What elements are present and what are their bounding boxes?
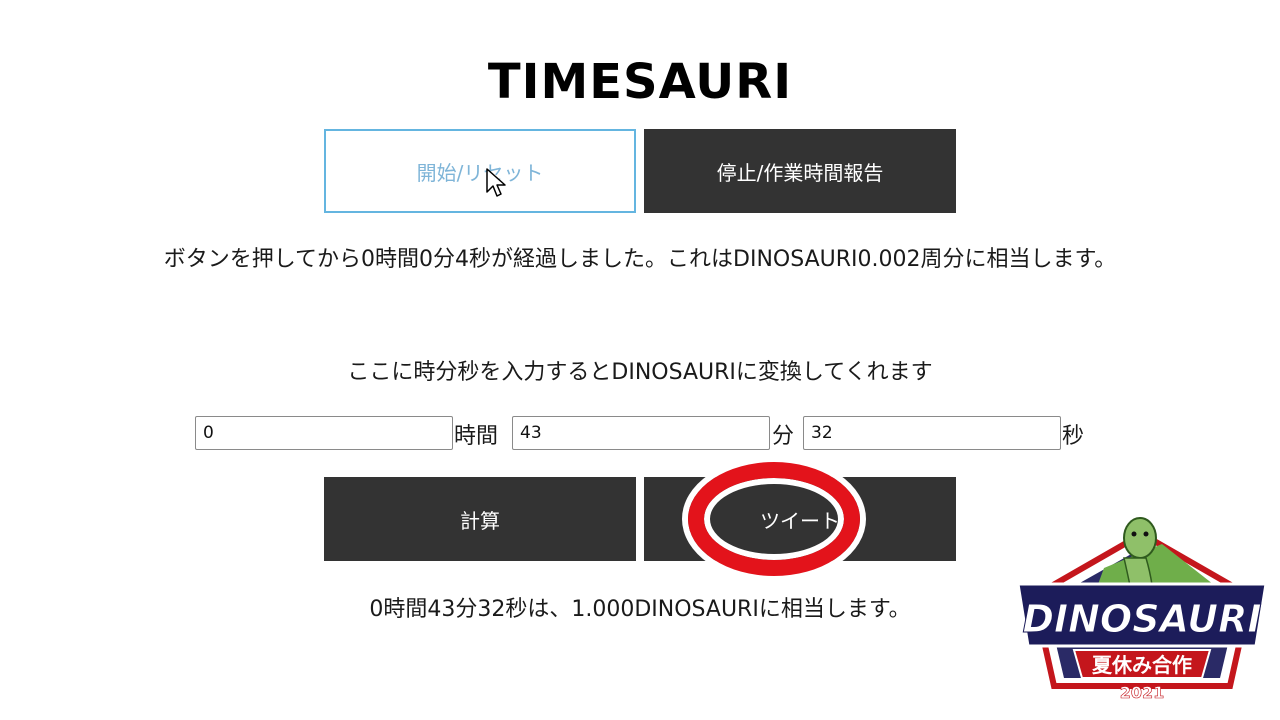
minutes-input[interactable] bbox=[512, 416, 770, 450]
elapsed-time-message: ボタンを押してから0時間0分4秒が経過しました。これはDINOSAURI0.00… bbox=[163, 247, 1117, 272]
stop-report-button[interactable]: 停止/作業時間報告 bbox=[644, 129, 956, 213]
minutes-unit-label: 分 bbox=[772, 424, 795, 449]
seconds-unit-label: 秒 bbox=[1062, 424, 1085, 449]
hours-unit-label: 時間 bbox=[454, 424, 499, 449]
page-title: TIMESAURI bbox=[487, 54, 793, 111]
hours-input[interactable] bbox=[195, 416, 453, 450]
start-reset-button[interactable]: 開始/リセット bbox=[324, 129, 636, 213]
dinosauri-event-logo: DINOSAURI 夏休み合作 2021 bbox=[1016, 517, 1268, 702]
highlight-circle-annotation bbox=[688, 462, 860, 576]
logo-subtitle: 夏休み合作 bbox=[1092, 653, 1192, 677]
converter-instruction: ここに時分秒を入力するとDINOSAURIに変換してくれます bbox=[347, 360, 933, 385]
seconds-input[interactable] bbox=[803, 416, 1061, 450]
logo-year: 2021 bbox=[1120, 683, 1165, 702]
dinosaur-mascot-icon bbox=[1123, 517, 1157, 559]
logo-wordmark: DINOSAURI bbox=[1022, 597, 1261, 641]
calculate-button[interactable]: 計算 bbox=[324, 477, 636, 561]
mouse-pointer-icon bbox=[486, 168, 506, 197]
